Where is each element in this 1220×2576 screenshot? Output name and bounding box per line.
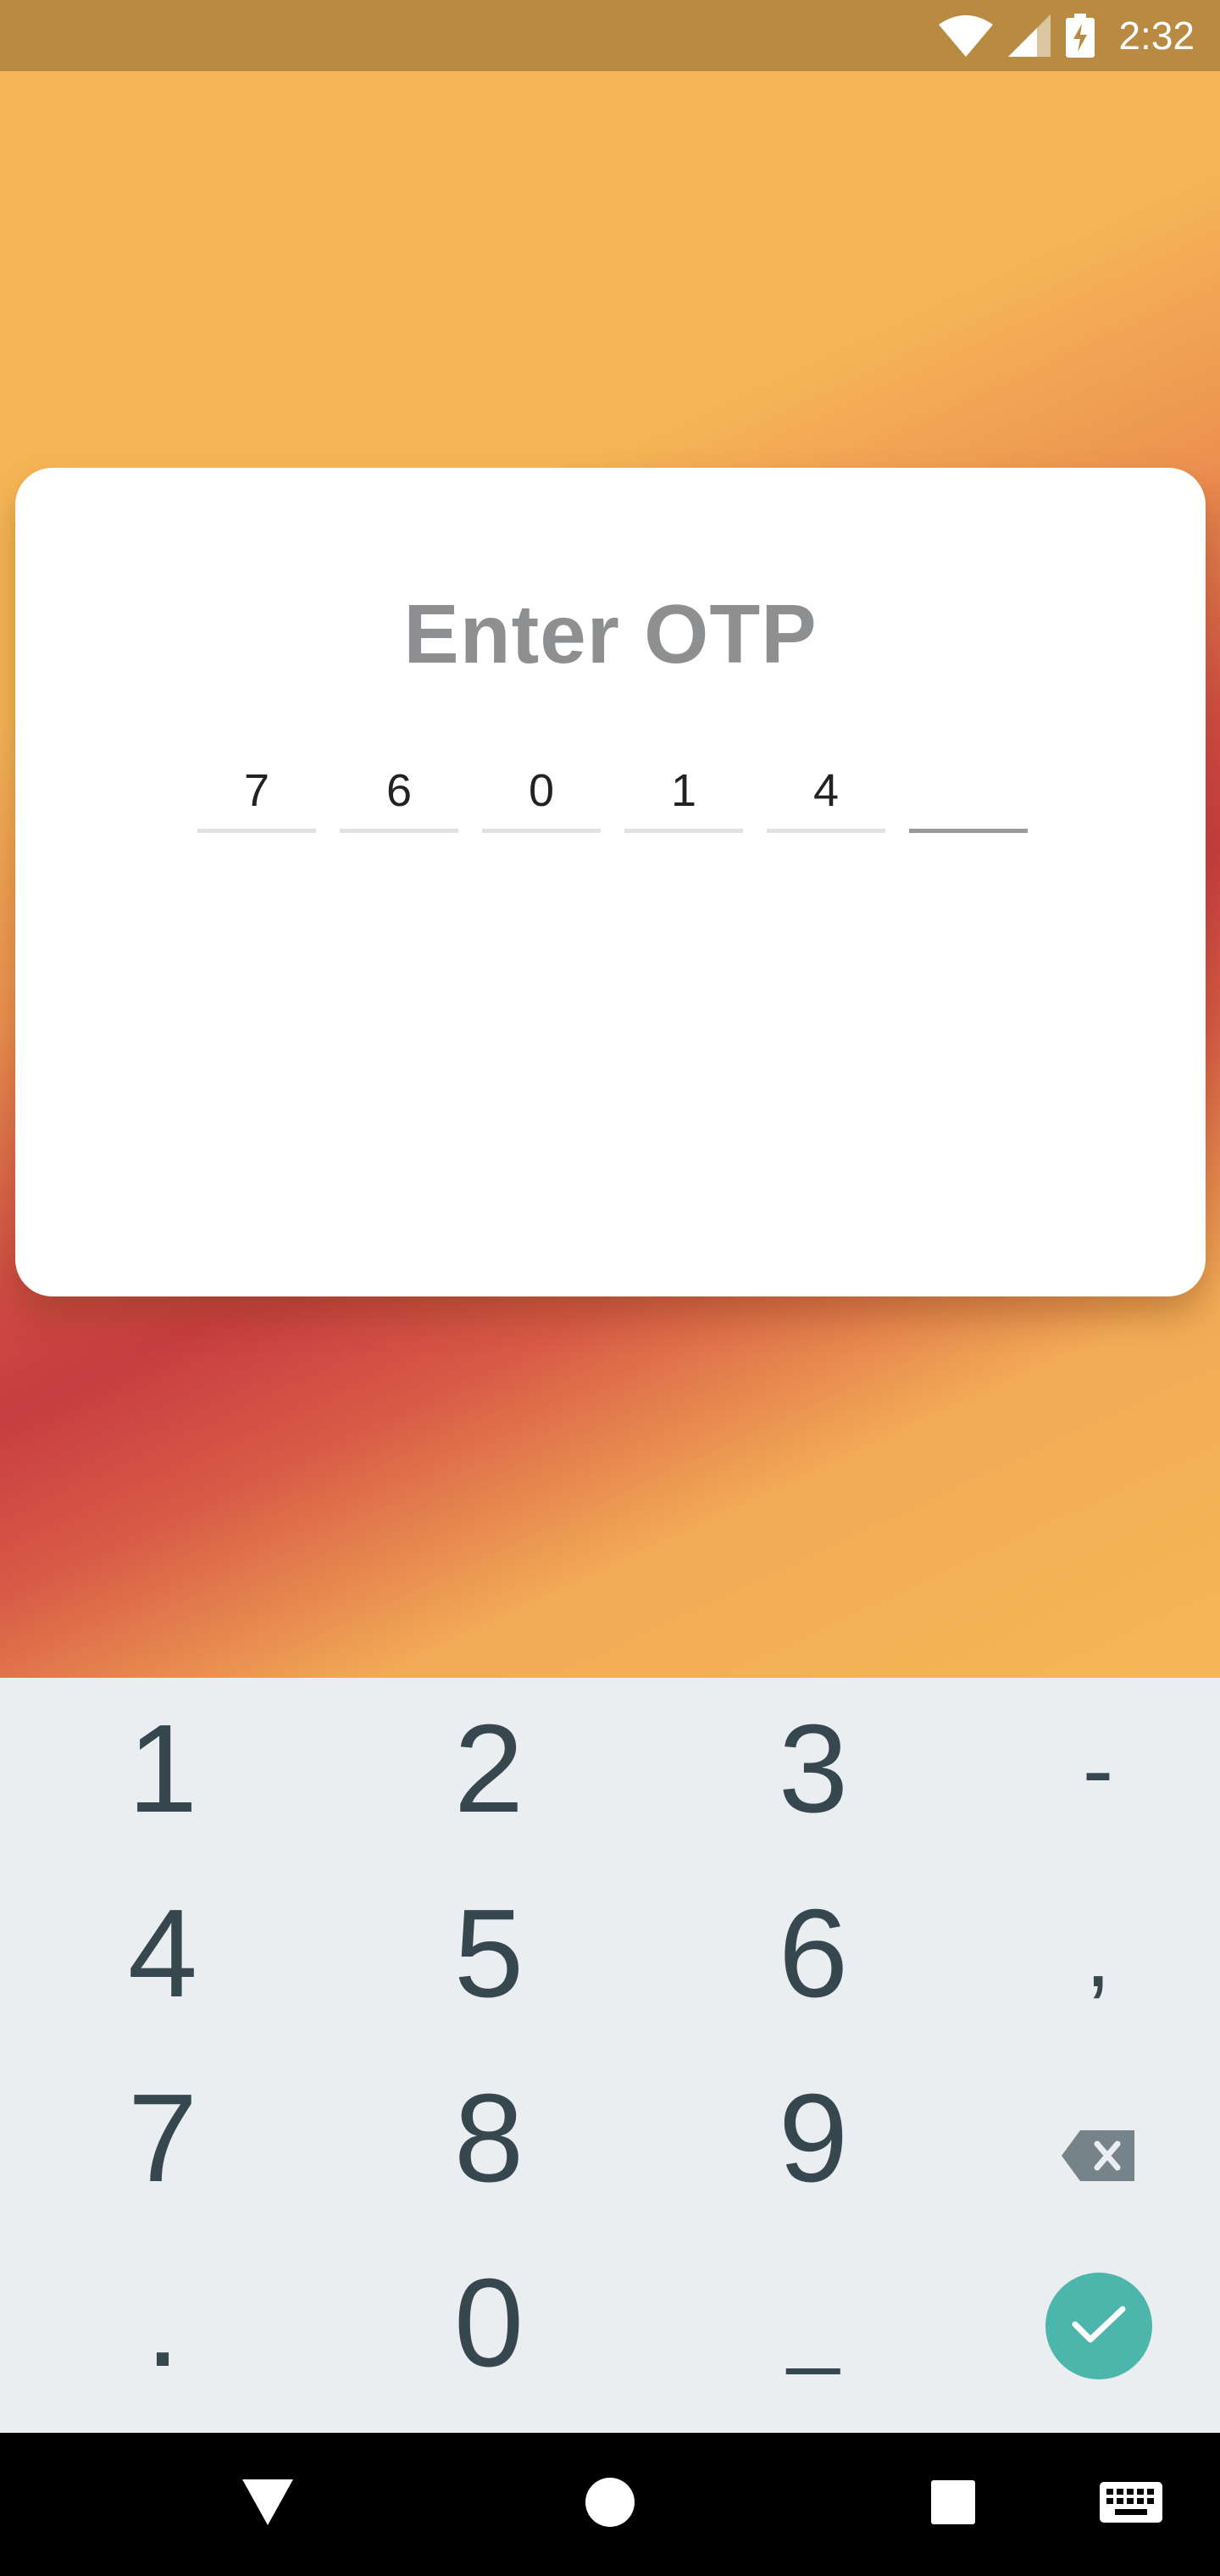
wifi-icon	[939, 14, 994, 57]
back-button[interactable]	[229, 2470, 307, 2538]
home-button[interactable]	[576, 2470, 644, 2538]
backspace-icon	[1062, 2067, 1134, 2211]
otp-underline	[197, 829, 316, 833]
key-8[interactable]: 8	[362, 2054, 616, 2223]
key-6[interactable]: 6	[686, 1869, 940, 2039]
otp-underline	[340, 829, 458, 833]
done-key[interactable]	[1045, 2273, 1152, 2379]
key-7[interactable]: 7	[36, 2054, 290, 2223]
key-3[interactable]: 3	[686, 1685, 940, 1854]
key-period[interactable]: .	[36, 2239, 290, 2408]
status-icons	[939, 14, 1095, 58]
otp-underline	[767, 829, 885, 833]
otp-digit: 4	[812, 765, 840, 816]
otp-input-row: 7 6 0 1 4	[182, 764, 1029, 833]
otp-field-4[interactable]: 1	[624, 764, 743, 833]
key-underscore[interactable]: _	[686, 2239, 940, 2408]
otp-field-2[interactable]: 6	[340, 764, 458, 833]
signal-icon	[1008, 14, 1051, 57]
key-1[interactable]: 1	[36, 1685, 290, 1854]
otp-digit: 1	[670, 765, 697, 816]
recents-icon	[931, 2479, 975, 2529]
otp-title: Enter OTP	[403, 587, 818, 680]
home-icon	[585, 2477, 635, 2531]
status-bar: 2:32	[0, 0, 1220, 71]
key-0[interactable]: 0	[362, 2239, 616, 2408]
keyboard-icon	[1100, 2481, 1162, 2527]
battery-charging-icon	[1066, 14, 1095, 58]
otp-field-1[interactable]: 7	[197, 764, 316, 833]
otp-underline	[482, 829, 601, 833]
keyboard-switch-button[interactable]	[1093, 2470, 1169, 2538]
otp-digit: 6	[385, 765, 413, 816]
otp-underline	[624, 829, 743, 833]
key-9[interactable]: 9	[686, 2054, 940, 2223]
otp-card: Enter OTP 7 6 0 1 4	[15, 468, 1206, 1296]
back-icon	[242, 2479, 293, 2529]
key-2[interactable]: 2	[362, 1685, 616, 1854]
key-4[interactable]: 4	[36, 1869, 290, 2039]
otp-digit: 0	[528, 765, 555, 816]
otp-field-5[interactable]: 4	[767, 764, 885, 833]
otp-underline-active	[909, 829, 1028, 833]
done-icon	[1072, 2304, 1126, 2349]
key-dash[interactable]: -	[971, 1685, 1220, 1854]
otp-field-3[interactable]: 0	[482, 764, 601, 833]
otp-field-6[interactable]	[909, 764, 1028, 833]
navigation-bar	[0, 2433, 1220, 2576]
key-comma[interactable]: ,	[971, 1869, 1220, 2039]
backspace-key[interactable]	[971, 2054, 1220, 2223]
recents-button[interactable]	[919, 2470, 987, 2538]
key-5[interactable]: 5	[362, 1869, 616, 2039]
otp-digit: 7	[243, 765, 270, 816]
status-time: 2:32	[1118, 14, 1195, 58]
